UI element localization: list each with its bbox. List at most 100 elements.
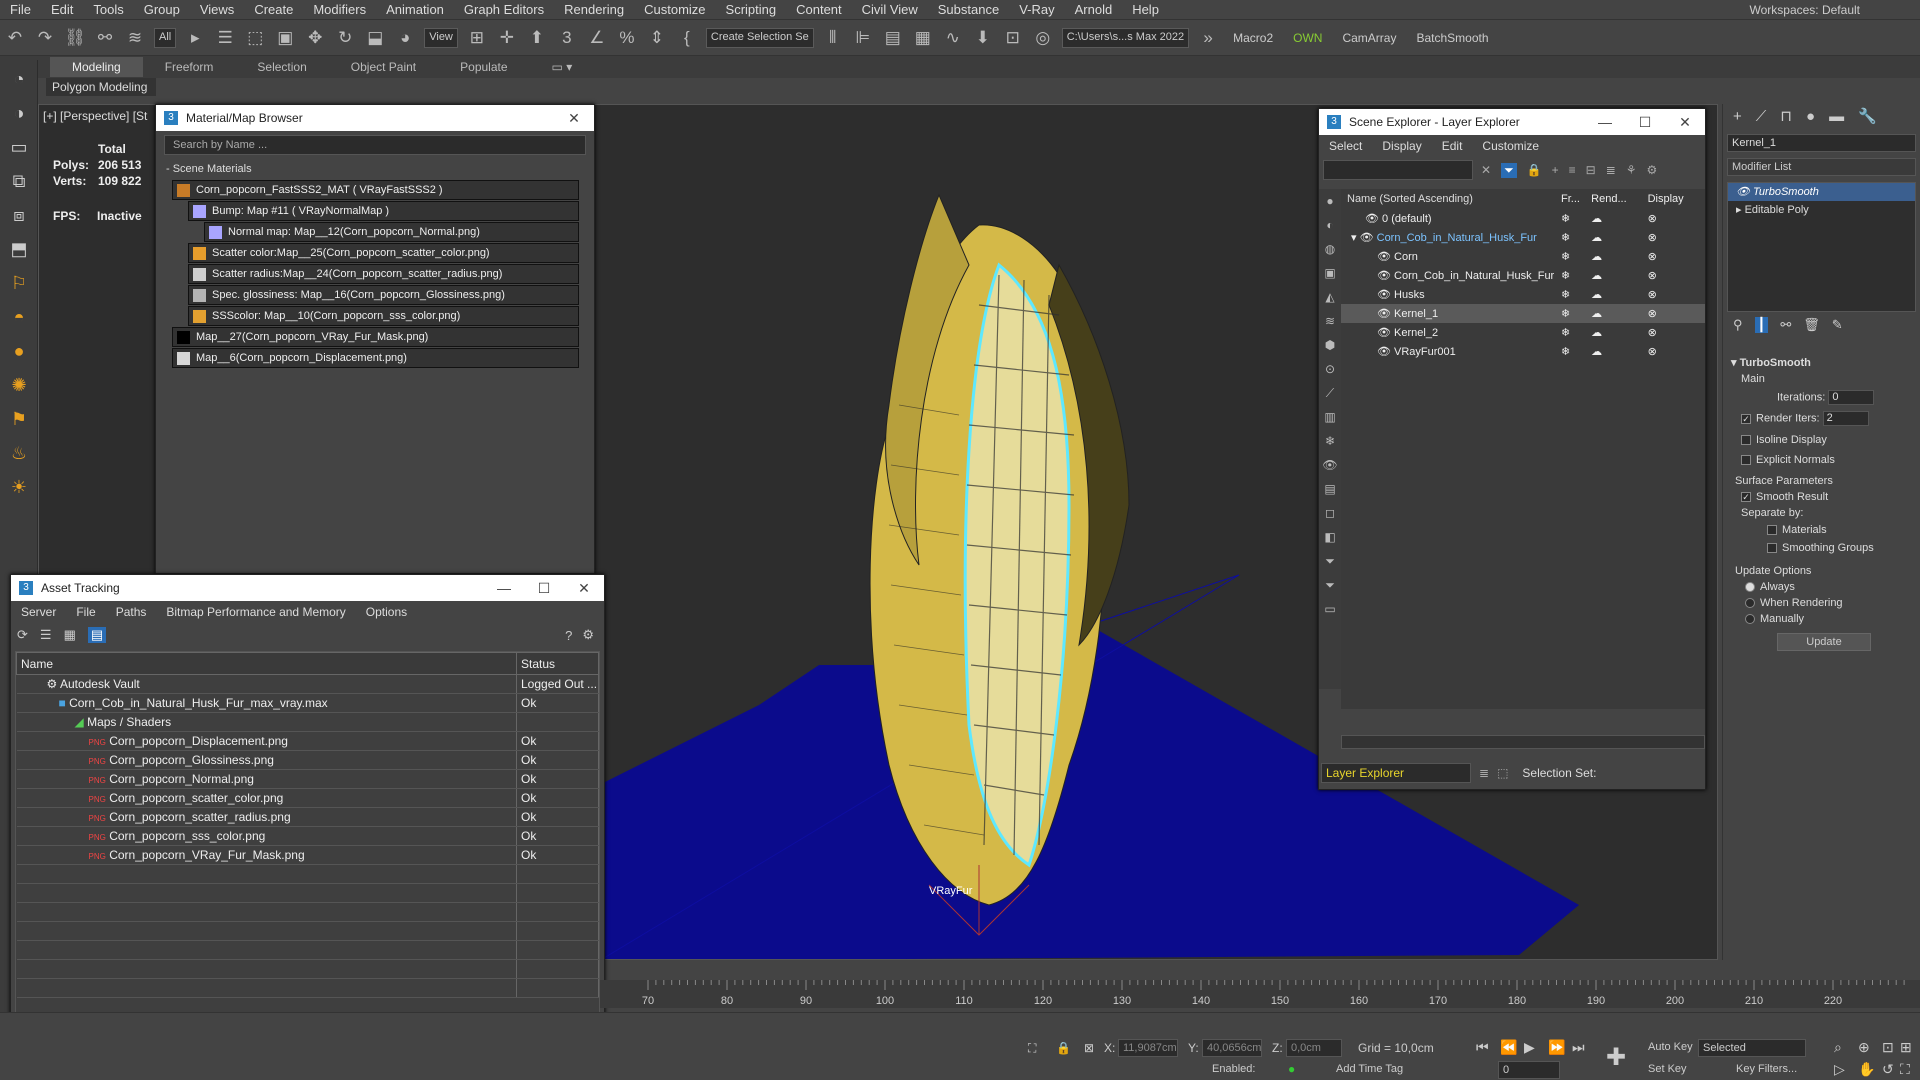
select-icon[interactable]: ▸ [182, 25, 208, 51]
absolute-mode-icon[interactable]: ⊠ [1084, 1041, 1094, 1055]
isoline-checkbox[interactable] [1741, 435, 1751, 446]
menu-customize[interactable]: Customize [1472, 139, 1549, 153]
menu-display[interactable]: Display [1372, 139, 1431, 153]
render-iters-spinner[interactable]: 2 [1822, 411, 1869, 426]
scene-row[interactable]: 👁 0 (default) ❄ ☁ ⊗ [1341, 209, 1705, 228]
curve-editor-icon[interactable]: ∿ [940, 25, 966, 51]
menu-server[interactable]: Server [11, 605, 66, 619]
add-to-layer-icon[interactable]: ≡ [1569, 163, 1576, 177]
rect-select-icon[interactable]: ⬚ [242, 25, 268, 51]
modify-tab-icon[interactable]: ⟋ [1756, 108, 1767, 125]
spot-icon[interactable]: ⚑ [4, 404, 34, 434]
redo-icon[interactable]: ↷ [32, 25, 58, 51]
motion-tab-icon[interactable]: ● [1806, 108, 1815, 125]
settings-icon[interactable]: ⚙ [582, 627, 594, 643]
smoothing-groups-checkbox[interactable] [1767, 543, 1777, 554]
key-filters-button[interactable]: Key Filters... [1736, 1063, 1797, 1075]
manually-radio[interactable] [1745, 614, 1755, 625]
smooth-result-checkbox[interactable]: ✓ [1741, 492, 1751, 503]
workspaces[interactable]: Workspaces: Default [1749, 3, 1860, 17]
show-end-result-icon[interactable]: ┃ [1754, 317, 1769, 333]
tab-freeform[interactable]: Freeform [143, 60, 236, 74]
link-icon[interactable]: ⛓ [62, 25, 88, 51]
menu-animation[interactable]: Animation [376, 2, 454, 17]
pivot-icon[interactable]: ⊞ [464, 25, 490, 51]
enabled-indicator-icon[interactable]: ● [1288, 1062, 1295, 1076]
y-coordinate-field[interactable]: 40,0656cm [1202, 1039, 1262, 1057]
materials-row[interactable]: Materials [1727, 521, 1916, 539]
minimize-icon[interactable]: — [1585, 114, 1625, 131]
sun-icon[interactable]: ☀ [4, 472, 34, 502]
menu-substance[interactable]: Substance [928, 2, 1009, 17]
display-lights-icon[interactable]: ◍ [1319, 237, 1341, 261]
scene-row[interactable]: ▾ 👁 Corn_Cob_in_Natural_Husk_Fur ❄ ☁ ⊗ [1341, 228, 1705, 247]
zoom-extents-icon[interactable]: ⊡ [1882, 1039, 1894, 1056]
close-icon[interactable]: ✕ [554, 110, 594, 127]
menu-file[interactable]: File [66, 605, 105, 619]
isolate-icon[interactable]: ⛶ [1028, 1041, 1036, 1056]
set-key-plus-icon[interactable]: ✚ [1606, 1043, 1626, 1072]
zoom-icon[interactable]: ⌕ [1834, 1039, 1842, 1056]
col-name[interactable]: Name [16, 652, 517, 675]
tab-modeling[interactable]: Modeling [50, 57, 143, 77]
project-path-dropdown[interactable]: C:\Users\s...s Max 2022 [1061, 27, 1190, 48]
menu-create[interactable]: Create [244, 2, 303, 17]
timeline-ruler[interactable]: 70 80 90 100 110 120 130 140 150 160 170 180 190 200 2… [600, 980, 1920, 1008]
explicit-normals-row[interactable]: Explicit Normals [1727, 451, 1916, 469]
more-icon[interactable]: » [1195, 25, 1221, 51]
menu-edit[interactable]: Edit [41, 2, 83, 17]
layers-icon[interactable]: ⧉ [4, 166, 34, 196]
col-render[interactable]: Rend... [1591, 189, 1647, 209]
eye-icon[interactable]: 👁 [1377, 346, 1391, 358]
pin-stack-icon[interactable]: ⚲ [1733, 317, 1743, 333]
edit-named-sets-icon[interactable]: { [674, 25, 700, 51]
display-invert-icon[interactable]: ◧ [1319, 525, 1341, 549]
map-item[interactable]: Normal map: Map__12(Corn_popcorn_Normal.… [204, 222, 579, 242]
current-frame-field[interactable]: 0 [1498, 1061, 1560, 1079]
move-icon[interactable]: ✥ [302, 25, 328, 51]
sphere-icon[interactable]: ● [4, 336, 34, 366]
macro2-button[interactable]: Macro2 [1233, 31, 1273, 45]
maximize-icon[interactable]: ☐ [1625, 114, 1665, 131]
object-name-field[interactable]: Kernel_1 [1727, 134, 1916, 152]
table-row[interactable]: PNG Corn_popcorn_Displacement.png Ok [16, 731, 599, 751]
create-tab-icon[interactable]: + [1733, 108, 1742, 125]
dome-icon[interactable]: ◓ [4, 302, 34, 332]
key-mode-dropdown[interactable]: Selected [1698, 1039, 1806, 1057]
layer-explorer-toggle-icon[interactable]: ≣ [1479, 766, 1489, 780]
scene-row-selected[interactable]: 👁 Kernel_1 ❄ ☁ ⊗ [1341, 304, 1705, 323]
table-row[interactable]: PNG Corn_popcorn_scatter_radius.png Ok [16, 807, 599, 827]
material-item[interactable]: Corn_popcorn_FastSSS2_MAT ( VRayFastSSS2… [172, 180, 579, 200]
eye-icon[interactable]: 👁 [1377, 289, 1391, 301]
map-item[interactable]: Map__27(Corn_popcorn_VRay_Fur_Mask.png) [172, 327, 579, 347]
polygon-modeling-tab[interactable]: Polygon Modeling [46, 78, 156, 96]
minimize-icon[interactable]: — [484, 580, 524, 597]
zoom-extents-all-icon[interactable]: ⊞ [1900, 1039, 1912, 1056]
viewport-label[interactable]: [+] [Perspective] [St [43, 109, 147, 123]
display-tab-icon[interactable]: ▬ [1829, 108, 1844, 125]
display-none-icon[interactable]: ◻ [1319, 501, 1341, 525]
always-radio[interactable] [1745, 582, 1755, 593]
filter-toggle-icon[interactable]: ⏷ [1319, 573, 1341, 597]
menu-arnold[interactable]: Arnold [1065, 2, 1123, 17]
next-frame-icon[interactable]: ⏩ [1548, 1039, 1565, 1056]
filter-icon[interactable]: ⏷ [1501, 162, 1517, 178]
refresh-icon[interactable]: ⟳ [17, 627, 28, 643]
display-hidden-icon[interactable]: 👁 [1319, 453, 1341, 477]
set-key-button[interactable]: Set Key [1648, 1063, 1687, 1075]
menu-tools[interactable]: Tools [83, 2, 133, 17]
atom-icon[interactable]: ✺ [4, 370, 34, 400]
make-unique-icon[interactable]: ⚯ [1780, 317, 1791, 333]
hierarchy-icon[interactable]: ⊟ [1586, 163, 1596, 177]
toggle-ribbon-icon[interactable]: ▦ [910, 25, 936, 51]
menu-group[interactable]: Group [134, 2, 190, 17]
display-cameras-icon[interactable]: ▣ [1319, 261, 1341, 285]
list-icon[interactable]: ☰ [40, 627, 52, 643]
display-all-icon[interactable]: ▤ [1319, 477, 1341, 501]
display-bones-icon[interactable]: ⟋ [1319, 381, 1341, 405]
render-setup-icon[interactable]: ◎ [1030, 25, 1056, 51]
scene-row[interactable]: 👁 Corn ❄ ☁ ⊗ [1341, 247, 1705, 266]
align-icon[interactable]: ⊫ [850, 25, 876, 51]
hierarchy-tab-icon[interactable]: ⊓ [1780, 107, 1792, 125]
scene-explorer-icon[interactable]: ⧈ [4, 200, 34, 230]
